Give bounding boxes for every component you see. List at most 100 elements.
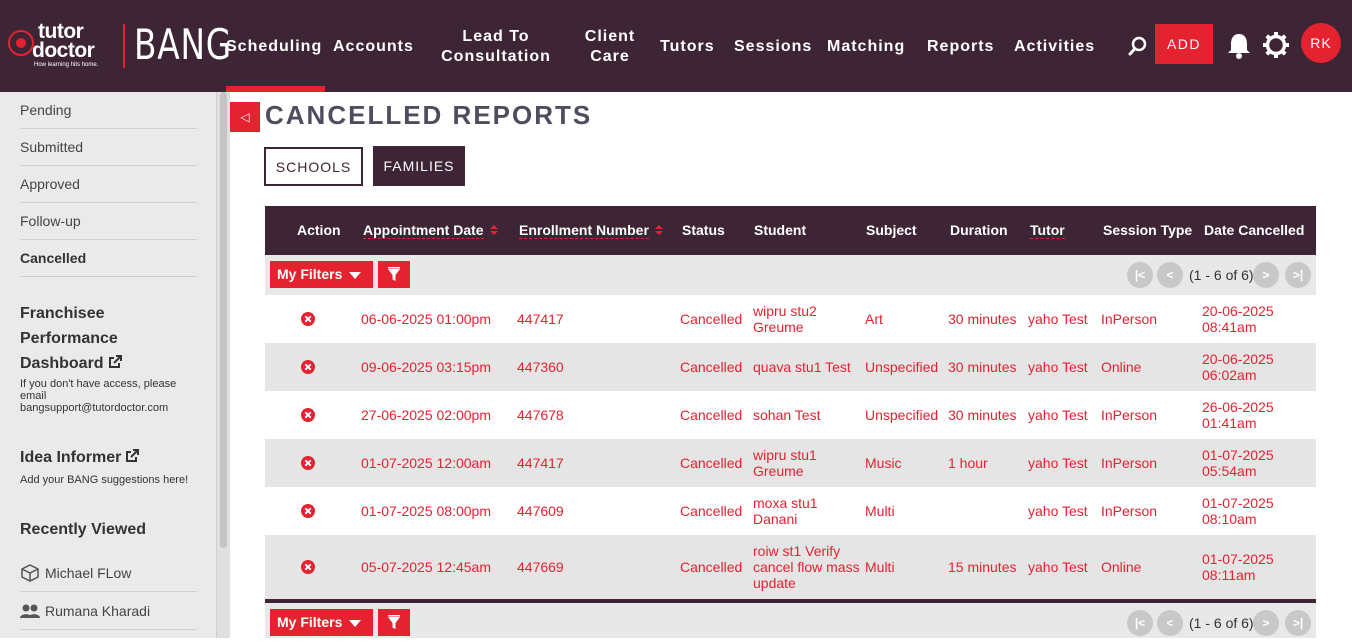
enrollment-number-link[interactable]: 447669 [517, 559, 564, 575]
prev-page-button[interactable]: < [1157, 610, 1183, 636]
user-avatar[interactable]: RK [1301, 23, 1341, 63]
student-link[interactable]: wipru stu2 Greume [753, 303, 817, 335]
appointment-date-link[interactable]: 01-07-2025 12:00am [361, 455, 491, 471]
column-header-enrollment-number[interactable]: Enrollment Number [519, 206, 663, 255]
filter-funnel-button[interactable] [378, 609, 410, 636]
student-line: cancel flow mass [753, 559, 860, 575]
sidebar-item-follow-up[interactable]: Follow-up [20, 203, 197, 240]
cancel-x-icon[interactable] [301, 504, 315, 518]
duration-text: 30 minutes [948, 407, 1017, 423]
enrollment-number-link[interactable]: 447417 [517, 311, 564, 327]
app-name[interactable]: BANG [134, 20, 232, 69]
first-page-button[interactable]: |< [1127, 610, 1153, 636]
last-page-button[interactable]: >| [1285, 610, 1311, 636]
sidebar-scrollbar[interactable] [216, 92, 230, 638]
idea-informer-note: Add your BANG suggestions here! [20, 474, 189, 486]
appointment-date-link[interactable]: 27-06-2025 02:00pm [361, 407, 491, 423]
add-button[interactable]: ADD [1155, 24, 1213, 64]
recent-item[interactable]: Rumana Kharadi [20, 592, 197, 630]
tutor-link[interactable]: yaho Test [1028, 559, 1088, 575]
idea-informer-link[interactable]: Idea Informer [20, 445, 140, 470]
nav-activities[interactable]: Activities [1014, 37, 1095, 57]
cancel-x-icon[interactable] [301, 456, 315, 470]
table-row: 01-07-2025 12:00am 447417 Cancelled wipr… [265, 439, 1316, 487]
prev-page-button[interactable]: < [1157, 262, 1183, 288]
tutor-link[interactable]: yaho Test [1028, 359, 1088, 375]
logo-word-doctor: doctor [32, 39, 95, 62]
student-link[interactable]: roiw st1 Verify cancel flow mass update [753, 543, 860, 591]
franchisee-dashboard-link[interactable]: Dashboard [20, 351, 122, 376]
tutor-doctor-logo[interactable]: tutor doctor How learning hits home. [8, 20, 112, 72]
cancel-x-icon[interactable] [301, 360, 315, 374]
nav-accounts[interactable]: Accounts [333, 37, 414, 57]
tutor-link[interactable]: yaho Test [1028, 407, 1088, 423]
franchisee-title-line1[interactable]: Franchisee [20, 301, 104, 326]
recent-item[interactable]: Michael FLow [20, 554, 197, 592]
gear-icon[interactable] [1262, 31, 1290, 59]
nav-client-care[interactable]: Client Care [580, 27, 640, 67]
enrollment-number-link[interactable]: 447417 [517, 455, 564, 471]
appointment-date-link[interactable]: 09-06-2025 03:15pm [361, 359, 491, 375]
student-line: wipru stu2 [753, 303, 817, 319]
student-link[interactable]: moxa stu1 Danani [753, 495, 818, 527]
scrollbar-thumb[interactable] [220, 92, 227, 548]
tutor-link[interactable]: yaho Test [1028, 311, 1088, 327]
enrollment-number-link[interactable]: 447678 [517, 407, 564, 423]
filter-bar-bottom: My Filters |< < (1 - 6 of 6) > >| [265, 603, 1316, 638]
table-row: 01-07-2025 08:00pm 447609 Cancelled moxa… [265, 487, 1316, 535]
tab-families[interactable]: FAMILIES [373, 146, 465, 186]
my-filters-dropdown[interactable]: My Filters [270, 261, 373, 288]
date-cancelled-line: 26-06-2025 [1202, 399, 1274, 415]
nav-sessions[interactable]: Sessions [734, 37, 812, 57]
sidebar-item-pending[interactable]: Pending [20, 92, 197, 129]
search-icon[interactable] [1128, 36, 1148, 56]
filter-funnel-button[interactable] [378, 261, 410, 288]
student-link[interactable]: wipru stu1 Greume [753, 447, 817, 479]
nav-reports[interactable]: Reports [927, 37, 994, 57]
collapse-sidebar-button[interactable]: ◁ [230, 102, 260, 132]
recent-item-label: Rumana Kharadi [45, 603, 151, 619]
first-page-button[interactable]: |< [1127, 262, 1153, 288]
franchisee-title-line2[interactable]: Performance [20, 326, 118, 351]
next-page-button[interactable]: > [1253, 262, 1279, 288]
enrollment-number-link[interactable]: 447609 [517, 503, 564, 519]
tab-schools[interactable]: SCHOOLS [264, 147, 363, 186]
nav-matching[interactable]: Matching [827, 37, 905, 57]
sidebar-item-cancelled[interactable]: Cancelled [20, 240, 197, 277]
subject-text: Art [865, 311, 883, 327]
column-header-tutor[interactable]: Tutor [1030, 206, 1065, 255]
sort-icon [654, 225, 663, 235]
sidebar-item-submitted[interactable]: Submitted [20, 129, 197, 166]
page-title: CANCELLED REPORTS [265, 100, 593, 130]
appointment-date-link[interactable]: 06-06-2025 01:00pm [361, 311, 491, 327]
table-row: 05-07-2025 12:45am 447669 Cancelled roiw… [265, 535, 1316, 599]
franchisee-note-line3: bangsupport@tutordoctor.com [20, 402, 169, 414]
column-header-appointment-date[interactable]: Appointment Date [363, 206, 498, 255]
cancel-x-icon[interactable] [301, 312, 315, 326]
enrollment-number-link[interactable]: 447360 [517, 359, 564, 375]
last-page-button[interactable]: >| [1285, 262, 1311, 288]
sidebar-item-approved[interactable]: Approved [20, 166, 197, 203]
student-link[interactable]: sohan Test [753, 407, 820, 423]
date-cancelled-line: 05:54am [1202, 463, 1257, 479]
my-filters-dropdown[interactable]: My Filters [270, 609, 373, 636]
nav-lead-to-consultation[interactable]: Lead To Consultation [437, 27, 555, 67]
student-link[interactable]: quava stu1 Test [753, 359, 851, 375]
external-link-icon [108, 355, 122, 368]
appointment-date-link[interactable]: 01-07-2025 08:00pm [361, 503, 491, 519]
bell-icon[interactable] [1226, 31, 1252, 59]
subject-text: Unspecified [865, 407, 939, 423]
sort-icon [489, 225, 498, 235]
column-label: Enrollment Number [519, 222, 649, 239]
tutor-link[interactable]: yaho Test [1028, 503, 1088, 519]
subject-text: Multi [865, 559, 895, 575]
date-cancelled-line: 08:11am [1202, 567, 1256, 583]
nav-tutors[interactable]: Tutors [660, 37, 715, 57]
next-page-button[interactable]: > [1253, 610, 1279, 636]
cancel-x-icon[interactable] [301, 560, 315, 574]
cancel-x-icon[interactable] [301, 408, 315, 422]
tutor-link[interactable]: yaho Test [1028, 455, 1088, 471]
appointment-date-link[interactable]: 05-07-2025 12:45am [361, 559, 491, 575]
nav-scheduling[interactable]: Scheduling [226, 37, 322, 57]
table-row: 09-06-2025 03:15pm 447360 Cancelled quav… [265, 343, 1316, 391]
